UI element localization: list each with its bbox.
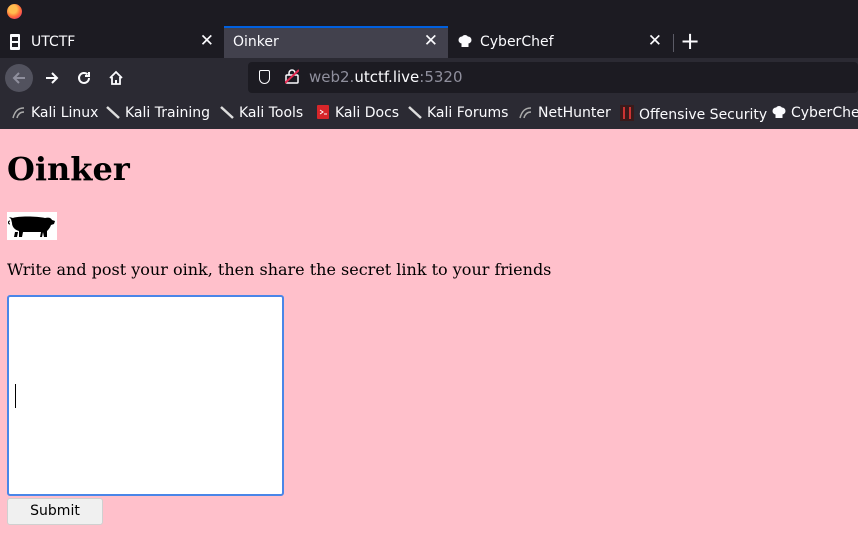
page-title: Oinker (7, 150, 130, 188)
url-host: utctf.live (354, 68, 420, 86)
arrow-right-icon (46, 72, 59, 84)
bookmark-label: CyberChef (791, 105, 858, 121)
reload-icon (78, 71, 90, 84)
close-tab-icon[interactable]: ✕ (424, 32, 438, 50)
bookmark-kali-forums[interactable]: Kali Forums (408, 105, 508, 121)
back-button[interactable] (5, 64, 33, 92)
tab-label: CyberChef (480, 34, 554, 50)
home-icon (109, 70, 123, 85)
cyberchef-icon (772, 106, 786, 120)
bookmark-label: Kali Linux (31, 105, 99, 121)
tab-oinker[interactable]: Oinker ✕ (224, 26, 448, 58)
text-caret (15, 384, 16, 408)
home-button[interactable] (102, 64, 130, 92)
bookmarks-toolbar: Kali Linux Kali Training Kali Tools Kali… (0, 98, 858, 129)
kali-training-icon (106, 105, 120, 119)
chef-hat-icon (458, 35, 472, 48)
bookmark-kali-tools[interactable]: Kali Tools (220, 105, 303, 121)
submit-button[interactable]: Submit (7, 498, 103, 525)
bookmark-label: Kali Tools (239, 105, 304, 121)
bookmark-label: Kali Training (125, 105, 210, 121)
page-description: Write and post your oink, then share the… (7, 260, 552, 279)
tab-bar: UTCTF ✕ Oinker ✕ CyberChef ✕ (0, 26, 858, 58)
bookmark-label: Offensive Security (639, 107, 768, 123)
tab-label: UTCTF (31, 34, 76, 50)
tab-utctf[interactable]: UTCTF ✕ (0, 26, 224, 58)
browser-chrome: UTCTF ✕ Oinker ✕ CyberChef ✕ + web2.utct… (0, 0, 858, 129)
firefox-logo-icon (7, 4, 22, 19)
navigation-toolbar: web2.utctf.live:5320 (0, 58, 858, 98)
bookmark-cyberchef[interactable]: CyberChef (772, 105, 858, 121)
offsec-icon (620, 105, 634, 121)
bookmark-nethunter[interactable]: NetHunter (519, 105, 611, 121)
kali-tools-icon (220, 105, 234, 119)
nethunter-icon (519, 105, 533, 119)
url-subdomain: web2. (309, 68, 355, 86)
insecure-lock-icon[interactable] (284, 69, 300, 84)
tab-label: Oinker (233, 34, 279, 50)
url-port: :5320 (419, 68, 463, 86)
bookmark-label: Kali Docs (335, 105, 400, 121)
tracking-protection-shield-icon[interactable] (259, 70, 270, 84)
new-tab-button[interactable]: + (680, 29, 700, 53)
kali-dragon-icon (12, 105, 26, 119)
title-bar (0, 0, 858, 26)
reload-button[interactable] (70, 64, 98, 92)
tab-separator (673, 34, 674, 52)
bookmark-kali-linux[interactable]: Kali Linux (12, 105, 98, 121)
pig-logo-icon (7, 212, 57, 240)
bookmark-label: NetHunter (538, 105, 611, 121)
bookmark-kali-training[interactable]: Kali Training (106, 105, 210, 121)
close-tab-icon[interactable]: ✕ (200, 32, 214, 50)
forward-button[interactable] (38, 64, 66, 92)
url-text[interactable]: web2.utctf.live:5320 (309, 68, 463, 86)
bookmark-label: Kali Forums (427, 105, 509, 121)
bookmark-offensive-security[interactable]: Offensive Security (620, 105, 767, 123)
arrow-left-icon (12, 72, 25, 84)
oink-textarea[interactable] (7, 295, 284, 496)
close-tab-icon[interactable]: ✕ (648, 32, 662, 50)
bookmark-kali-docs[interactable]: Kali Docs (316, 105, 399, 121)
tab-cyberchef[interactable]: CyberChef ✕ (448, 26, 672, 58)
kali-docs-icon (316, 105, 330, 119)
kali-forums-icon (408, 105, 422, 119)
utctf-favicon-icon (10, 34, 20, 50)
address-bar[interactable]: web2.utctf.live:5320 (248, 62, 858, 93)
